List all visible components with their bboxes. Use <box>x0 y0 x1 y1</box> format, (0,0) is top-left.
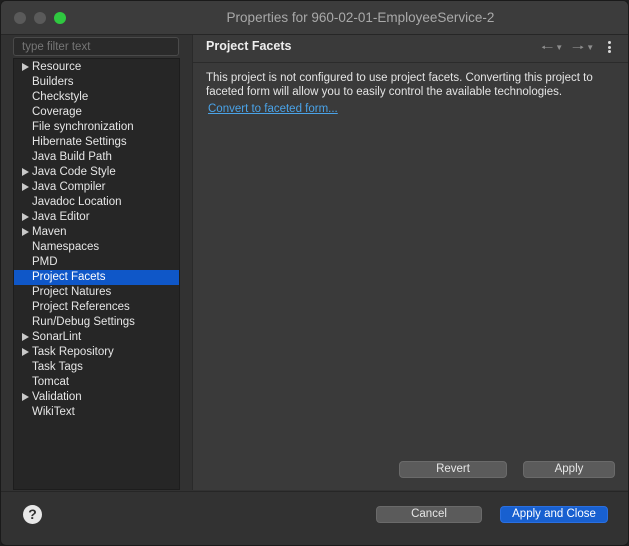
tree-item-java-build-path[interactable]: Java Build Path <box>14 150 179 165</box>
apply-button[interactable]: Apply <box>523 461 615 478</box>
tree-item-task-repository[interactable]: Task Repository <box>14 345 179 360</box>
tree-item-wikitext[interactable]: WikiText <box>14 405 179 420</box>
tree-item-label: Project Natures <box>32 286 112 298</box>
tree-item-label: Java Code Style <box>32 166 116 178</box>
tree-item-label: Coverage <box>32 106 82 118</box>
tree-item-label: SonarLint <box>32 331 82 343</box>
tree-item-java-compiler[interactable]: Java Compiler <box>14 180 179 195</box>
tree-item-label: Hibernate Settings <box>32 136 127 148</box>
tree-item-label: Javadoc Location <box>32 196 122 208</box>
expand-arrow-icon[interactable] <box>22 183 29 191</box>
tree-item-label: Project References <box>32 301 130 313</box>
page-title: Project Facets <box>206 39 292 53</box>
tree-item-label: Resource <box>32 61 82 73</box>
footer-divider <box>1 491 628 492</box>
revert-button[interactable]: Revert <box>399 461 507 478</box>
tree-item-label: Java Build Path <box>32 151 112 163</box>
expand-arrow-icon[interactable] <box>22 213 29 221</box>
expand-arrow-icon[interactable] <box>22 63 29 71</box>
tree-item-hibernate-settings[interactable]: Hibernate Settings <box>14 135 179 150</box>
tree-item-label: Task Repository <box>32 346 114 358</box>
tree-item-tomcat[interactable]: Tomcat <box>14 375 179 390</box>
help-icon[interactable]: ? <box>23 505 42 524</box>
expand-arrow-icon[interactable] <box>22 168 29 176</box>
tree-item-label: Task Tags <box>32 361 83 373</box>
header-divider <box>193 62 628 63</box>
tree-item-task-tags[interactable]: Task Tags <box>14 360 179 375</box>
tree-item-label: Java Editor <box>32 211 90 223</box>
tree-item-label: File synchronization <box>32 121 134 133</box>
property-page-panel: Project Facets 🠐 ▼ 🠒 ▼ This project is not… <box>192 35 628 490</box>
tree-item-label: Java Compiler <box>32 181 106 193</box>
tree-item-label: Project Facets <box>32 271 106 283</box>
tree-item-label: Namespaces <box>32 241 100 253</box>
tree-item-project-references[interactable]: Project References <box>14 300 179 315</box>
tree-item-java-code-style[interactable]: Java Code Style <box>14 165 179 180</box>
tree-item-checkstyle[interactable]: Checkstyle <box>14 90 179 105</box>
back-arrow-icon[interactable]: 🠐 ▼ <box>541 40 563 54</box>
tree-item-namespaces[interactable]: Namespaces <box>14 240 179 255</box>
forward-arrow-icon[interactable]: 🠒 ▼ <box>572 40 594 54</box>
tree-item-maven[interactable]: Maven <box>14 225 179 240</box>
tree-item-file-synchronization[interactable]: File synchronization <box>14 120 179 135</box>
apply-and-close-button[interactable]: Apply and Close <box>500 506 608 523</box>
tree-item-label: Tomcat <box>32 376 70 388</box>
tree-item-builders[interactable]: Builders <box>14 75 179 90</box>
expand-arrow-icon[interactable] <box>22 348 29 356</box>
convert-to-faceted-form-link[interactable]: Convert to faceted form... <box>208 103 338 115</box>
more-options-icon[interactable] <box>603 39 615 55</box>
tree-item-project-natures[interactable]: Project Natures <box>14 285 179 300</box>
tree-item-run-debug-settings[interactable]: Run/Debug Settings <box>14 315 179 330</box>
tree-item-sonarlint[interactable]: SonarLint <box>14 330 179 345</box>
tree-item-resource[interactable]: Resource <box>14 60 179 75</box>
tree-item-label: Run/Debug Settings <box>32 316 135 328</box>
tree-item-java-editor[interactable]: Java Editor <box>14 210 179 225</box>
filter-input[interactable] <box>13 37 179 56</box>
property-pages-tree: Resource Builders Checkstyle Coverage File s… <box>13 58 180 490</box>
properties-dialog: Properties for 960-02-01-EmployeeService… <box>0 0 629 546</box>
tree-item-pmd[interactable]: PMD <box>14 255 179 270</box>
tree-item-validation[interactable]: Validation <box>14 390 179 405</box>
cancel-button[interactable]: Cancel <box>376 506 482 523</box>
expand-arrow-icon[interactable] <box>22 228 29 236</box>
expand-arrow-icon[interactable] <box>22 393 29 401</box>
tree-item-javadoc-location[interactable]: Javadoc Location <box>14 195 179 210</box>
tree-item-label: WikiText <box>32 406 75 418</box>
tree-item-project-facets[interactable]: Project Facets <box>14 270 179 285</box>
tree-item-label: Maven <box>32 226 67 238</box>
tree-item-coverage[interactable]: Coverage <box>14 105 179 120</box>
expand-arrow-icon[interactable] <box>22 333 29 341</box>
tree-item-label: Validation <box>32 391 82 403</box>
tree-item-label: Checkstyle <box>32 91 89 103</box>
title-bar: Properties for 960-02-01-EmployeeService… <box>1 1 628 35</box>
page-description: This project is not configured to use pr… <box>206 72 593 98</box>
tree-item-label: PMD <box>32 256 58 268</box>
window-title: Properties for 960-02-01-EmployeeService… <box>226 10 495 25</box>
tree-item-label: Builders <box>32 76 74 88</box>
